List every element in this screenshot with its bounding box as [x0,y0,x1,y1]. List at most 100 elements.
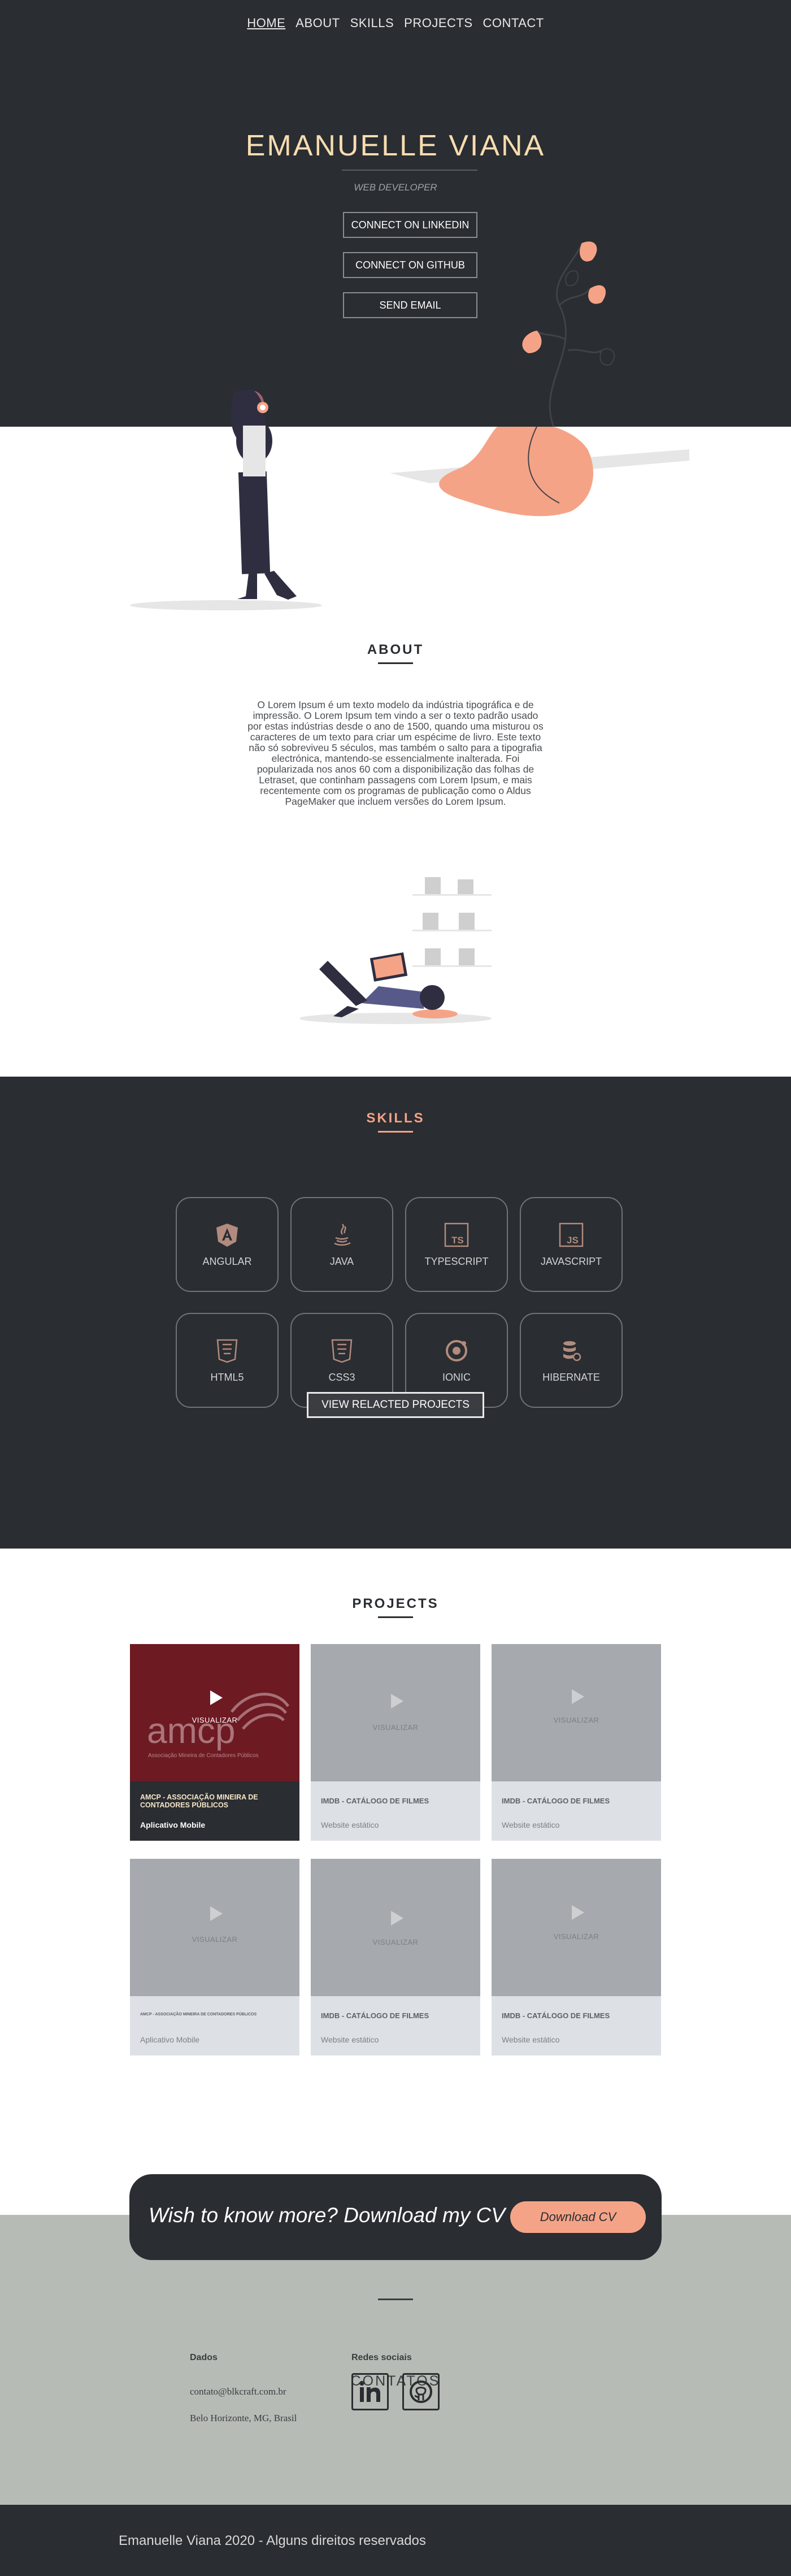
skills-section: SKILLS ANGULAR JAVA TS TYPESCRIPT JS JAV… [0,1077,791,1549]
skill-angular[interactable]: ANGULAR [176,1197,279,1292]
nav-home[interactable]: HOME [247,16,285,31]
project-title: IMDB - CATÁLOGO DE FILMES [321,1797,429,1805]
nav-skills[interactable]: SKILLS [350,16,394,31]
project-thumbnail: VISUALIZAR [311,1859,480,1996]
about-title: ABOUT [367,642,424,657]
visualize-label: VISUALIZAR [192,1935,238,1944]
project-thumbnail: VISUALIZAR [492,1644,661,1781]
developer-illustration [130,427,689,610]
ionic-icon [446,1339,467,1361]
about-text: O Lorem Ipsum é um texto modelo da indús… [247,699,544,807]
angular-icon [216,1223,238,1247]
skill-label: ANGULAR [202,1255,252,1267]
reading-illustration [299,877,492,1024]
linkedin-button[interactable]: CONNECT ON LINKEDIN [343,212,477,238]
skill-hibernate[interactable]: HIBERNATE [520,1313,623,1408]
visualize-label: VISUALIZAR [372,1723,419,1732]
footer-text: Emanuelle Viana 2020 - Alguns direitos r… [119,2533,426,2548]
play-icon [210,1690,223,1705]
project-card-imdb[interactable]: VISUALIZAR IMDB - CATÁLOGO DE FILMES Web… [492,1859,661,2055]
hero-name: EMANUELLE VIANA [245,129,546,162]
send-email-button[interactable]: SEND EMAIL [343,292,477,318]
javascript-icon: JS [559,1222,584,1247]
project-card-imdb[interactable]: VISUALIZAR IMDB - CATÁLOGO DE FILMES Web… [311,1644,480,1841]
cv-text: Wish to know more? Download my CV [149,2204,505,2227]
main-nav: HOME ABOUT SKILLS PROJECTS CONTACT [0,16,791,31]
html5-icon [216,1339,238,1363]
visualize-label: VISUALIZAR [192,1716,238,1724]
project-thumbnail: VISUALIZAR [492,1859,661,1996]
project-type: Website estático [321,2035,379,2044]
project-type: Aplicativo Mobile [140,1820,206,1829]
contact-title: CONTATOS [350,2373,441,2389]
person-headphones-illustration [231,389,268,476]
play-icon [391,1911,403,1926]
contact-location: Belo Horizonte, MG, Brasil [190,2413,297,2423]
projects-section: PROJECTS amcp Associação Mineira de Cont… [0,1549,791,2210]
footer: Emanuelle Viana 2020 - Alguns direitos r… [0,2505,791,2576]
visualize-label: VISUALIZAR [553,1932,599,1941]
cv-banner: Wish to know more? Download my CV Downlo… [129,2174,662,2260]
github-link[interactable] [402,2373,440,2410]
projects-title: PROJECTS [352,1596,439,1611]
project-card-amcp[interactable]: VISUALIZAR AMCP - ASSOCIAÇÃO MINEIRA DE … [130,1859,299,2055]
skill-typescript[interactable]: TS TYPESCRIPT [405,1197,508,1292]
project-type: Website estático [321,1820,379,1829]
amcp-logo-caption: Associação Mineira de Contadores Público… [148,1753,259,1759]
skill-label: JAVA [329,1255,354,1267]
project-title: IMDB - CATÁLOGO DE FILMES [321,2011,429,2020]
skill-label: HIBERNATE [542,1371,600,1383]
play-icon [572,1689,584,1704]
play-icon [210,1906,223,1921]
contact-email[interactable]: contato@blkcraft.com.br [190,2386,286,2397]
visualize-label: VISUALIZAR [372,1938,419,1946]
projects-title-underline [378,1616,413,1618]
github-icon [410,2380,432,2403]
hibernate-icon [563,1341,581,1361]
play-icon [391,1694,403,1708]
skills-title: SKILLS [366,1111,425,1126]
project-title: IMDB - CATÁLOGO DE FILMES [502,2011,610,2020]
java-icon [334,1223,351,1246]
contact-title-underline [378,2299,413,2300]
project-type: Website estático [502,1820,560,1829]
project-thumbnail: VISUALIZAR [130,1859,299,1996]
svg-text:JS: JS [567,1235,579,1246]
play-icon [572,1905,584,1920]
project-title: AMCP - ASSOCIAÇÃO MINEIRA DE CONTADORES … [140,1793,258,1809]
plant-illustration [522,241,615,427]
project-thumbnail: amcp Associação Mineira de Contadores Pú… [130,1644,299,1781]
about-title-underline [378,662,413,664]
skill-label: HTML5 [210,1371,244,1383]
project-type: Website estático [502,2035,560,2044]
hero-illustration-area [0,389,791,644]
project-card-imdb[interactable]: VISUALIZAR IMDB - CATÁLOGO DE FILMES Web… [311,1859,480,2055]
download-cv-button[interactable]: Download CV [510,2201,646,2233]
nav-projects[interactable]: PROJECTS [404,16,472,31]
project-type: Aplicativo Mobile [140,2035,200,2044]
contact-data-heading: Dados [190,2353,218,2362]
skill-label: CSS3 [328,1371,355,1383]
skill-label: IONIC [442,1371,471,1383]
visualize-label: VISUALIZAR [553,1716,599,1724]
project-title: AMCP - ASSOCIAÇÃO MINEIRA DE CONTADORES … [140,2013,257,2016]
hero-divider [342,170,477,171]
project-card-imdb[interactable]: VISUALIZAR IMDB - CATÁLOGO DE FILMES Web… [492,1644,661,1841]
skills-title-underline [378,1131,413,1133]
hero-role: WEB DEVELOPER [354,182,437,193]
skill-label: TYPESCRIPT [424,1255,489,1267]
svg-text:TS: TS [451,1235,464,1246]
skill-html5[interactable]: HTML5 [176,1313,279,1408]
nav-contact[interactable]: CONTACT [483,16,544,31]
typescript-icon: TS [444,1222,469,1247]
skill-label: JAVASCRIPT [540,1255,602,1267]
github-button[interactable]: CONNECT ON GITHUB [343,252,477,278]
skill-javascript[interactable]: JS JAVASCRIPT [520,1197,623,1292]
project-title: IMDB - CATÁLOGO DE FILMES [502,1797,610,1805]
css3-icon [331,1339,353,1363]
project-card-amcp[interactable]: amcp Associação Mineira de Contadores Pú… [130,1644,299,1841]
linkedin-link[interactable] [351,2373,389,2410]
view-related-projects-button[interactable]: VIEW RELACTED PROJECTS [307,1392,484,1418]
skill-java[interactable]: JAVA [290,1197,393,1292]
nav-about[interactable]: ABOUT [295,16,340,31]
